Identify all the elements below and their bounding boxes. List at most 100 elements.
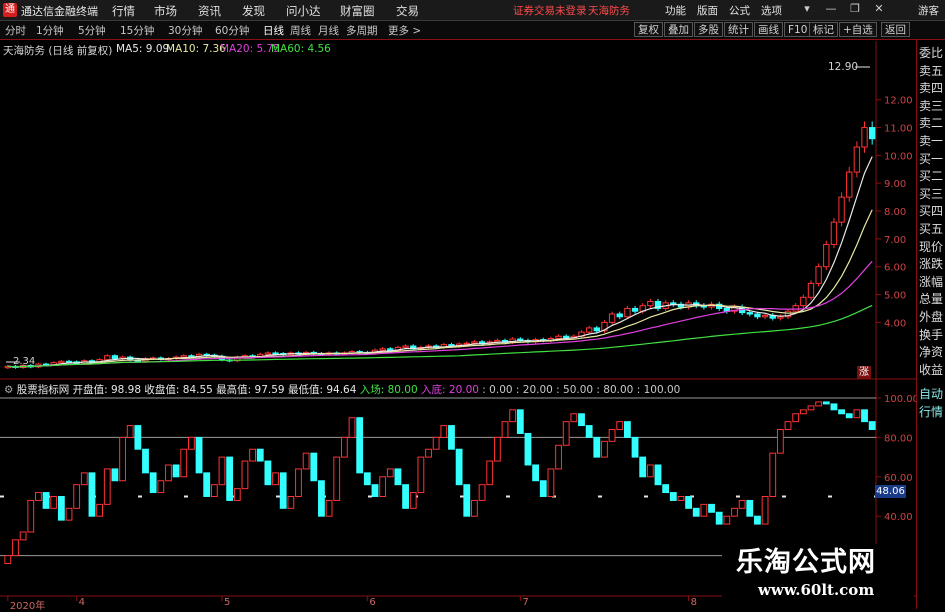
ind-candle-76	[585, 425, 593, 438]
draw-line-button[interactable]: 画线	[754, 22, 783, 37]
ind-candle-7	[57, 496, 65, 521]
indicator-legend: ⚙ 股票指标网 开盘值: 98.98 收盘值: 84.55 最高值: 97.59…	[4, 382, 680, 397]
ind-candle-29	[226, 456, 234, 501]
period-tab-15min[interactable]: 15分钟	[120, 23, 154, 38]
dropdown-icon[interactable]: ▾	[800, 2, 814, 16]
ind-candle-92	[708, 503, 715, 513]
main-candle-body-8	[65, 360, 73, 363]
main-candle-body-97	[746, 312, 753, 315]
ind-candle-46	[356, 417, 364, 474]
period-tab-1min[interactable]: 1分钟	[36, 23, 64, 38]
menu-item-ask[interactable]: 问小达	[286, 3, 321, 19]
chart-canvas[interactable]: 4.005.006.007.008.009.0010.0011.0012.00 …	[0, 40, 916, 609]
period-tab-multi[interactable]: 多周期	[346, 23, 378, 38]
panel-mode-1[interactable]: 行情	[919, 403, 943, 420]
ind-candle-52	[402, 484, 409, 509]
ind-candle-33	[256, 448, 264, 462]
guest-label[interactable]: 游客	[918, 3, 939, 18]
ind-candle-31	[241, 460, 249, 490]
ind-candle-56	[432, 436, 440, 450]
main-candle-body-103	[792, 305, 799, 312]
ind-candle-18	[142, 448, 149, 474]
ind-candle-35	[272, 472, 279, 486]
ind-candle-99	[761, 496, 769, 525]
rise-badge[interactable]: 涨	[857, 366, 871, 379]
quote-field-13: 涨幅	[919, 274, 944, 289]
menu-function[interactable]: 功能	[665, 3, 686, 18]
indicator-ref-values: : 0.00 : 20.00 : 50.00 : 80.00 : 100.00	[482, 384, 681, 396]
stock-title: 天海防务 (日线 前复权)	[3, 45, 113, 57]
overlay-button[interactable]: 叠加	[664, 22, 693, 37]
menu-formula[interactable]: 公式	[729, 3, 750, 18]
menu-item-quotes[interactable]: 行情	[112, 3, 135, 19]
ind-candle-61	[471, 499, 478, 517]
main-candle-body-64	[494, 339, 501, 343]
f10-button[interactable]: F10	[784, 22, 812, 37]
maximize-icon[interactable]: ❐	[848, 2, 862, 16]
ind-candle-36	[279, 472, 287, 509]
main-candle-body-101	[777, 316, 784, 319]
ind-candle-67	[516, 409, 524, 434]
mark-button[interactable]: 标记	[809, 22, 838, 37]
ind-ytick-label-2: 80.00	[884, 433, 913, 444]
multi-stock-button[interactable]: 多股	[694, 22, 723, 37]
ind-candle-102	[784, 421, 792, 431]
period-tab-weekly[interactable]: 周线	[290, 23, 311, 38]
menu-item-discover[interactable]: 发现	[242, 3, 265, 19]
ind-candle-5	[42, 492, 50, 509]
login-status[interactable]: 证券交易未登录	[513, 3, 587, 18]
close-icon[interactable]: ✕	[872, 2, 886, 16]
ind-candle-71	[547, 468, 555, 498]
legend-ma5: MA5: 9.09	[116, 43, 169, 55]
ind-candle-15	[119, 436, 126, 482]
ind-candle-2	[19, 531, 27, 541]
back-button[interactable]: 返回	[881, 22, 910, 37]
period-tab-monthly[interactable]: 月线	[318, 23, 339, 38]
period-tab-more[interactable]: 更多 >	[388, 23, 421, 38]
panel-mode-0[interactable]: 自动	[919, 385, 943, 402]
legend-ma10: MA10: 7.36	[166, 43, 226, 55]
period-tab-60min[interactable]: 60分钟	[215, 23, 249, 38]
app-logo-icon: 通	[3, 3, 17, 17]
add-watchlist-button[interactable]: +自选	[839, 22, 877, 37]
period-tab-intraday[interactable]: 分时	[5, 23, 26, 38]
ind-candle-112	[861, 409, 868, 423]
ind-candle-63	[486, 460, 494, 486]
indicator-low-value: 最低值: 94.64	[287, 384, 357, 396]
quote-field-15: 外盘	[919, 310, 944, 324]
period-tab-30min[interactable]: 30分钟	[168, 23, 202, 38]
menu-item-news[interactable]: 资讯	[198, 3, 221, 19]
time-label-0: 2020年	[9, 601, 46, 612]
legend-ma60-label: MA60: 4.56	[271, 43, 331, 55]
header-stock-name: 天海防务	[588, 5, 630, 17]
ind-candle-30	[233, 488, 241, 501]
ind-candle-70	[539, 480, 547, 497]
menu-item-wealth[interactable]: 财富圈	[340, 3, 375, 19]
indicator-gear-icon[interactable]: ⚙	[4, 384, 17, 396]
menu-item-trade[interactable]: 交易	[396, 3, 419, 19]
ind-candle-68	[524, 432, 532, 466]
ind-candle-20	[157, 480, 165, 494]
ind-candle-24	[187, 436, 195, 450]
adjust-button[interactable]: 复权	[634, 22, 663, 37]
ind-candle-81	[623, 421, 631, 438]
period-tab-daily[interactable]: 日线	[263, 23, 284, 38]
menu-options[interactable]: 选项	[761, 3, 782, 18]
indicator-name[interactable]: 股票指标网	[17, 384, 70, 396]
ind-candle-26	[203, 472, 211, 497]
main-candle-body-49	[379, 348, 386, 351]
ind-candle-87	[669, 492, 677, 501]
ind-candle-55	[425, 448, 432, 458]
menu-layout[interactable]: 版面	[697, 3, 718, 18]
minimize-icon[interactable]: —	[824, 2, 838, 16]
period-tab-5min[interactable]: 5分钟	[78, 23, 106, 38]
ind-candle-79	[608, 429, 616, 442]
ind-candle-82	[631, 436, 639, 458]
quote-field-5: 卖一	[919, 134, 944, 148]
menu-item-market[interactable]: 市场	[154, 3, 177, 19]
ma-line-ma5	[7, 156, 873, 368]
main-ytick-label-1: 5.00	[884, 291, 906, 302]
stats-button[interactable]: 统计	[724, 22, 753, 37]
quote-field-0: 委比	[919, 46, 944, 60]
legend-ma10-label: MA10: 7.36	[166, 43, 226, 55]
